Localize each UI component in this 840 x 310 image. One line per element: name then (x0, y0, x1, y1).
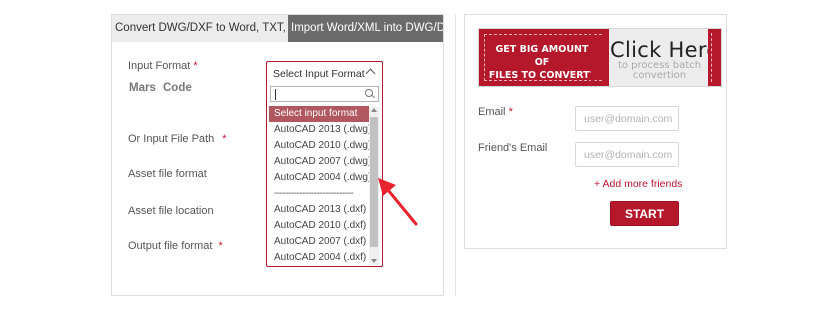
tab-import-word-xml[interactable]: Import Word/XML into DWG/DXF (288, 15, 443, 42)
required-mark: * (508, 106, 513, 118)
code-label: Code (163, 82, 192, 94)
input-file-path-label-text: Or Input File Path (128, 133, 215, 145)
required-mark: * (193, 60, 198, 72)
dropdown-options: Select input format AutoCAD 2013 (.dwg) Au… (269, 106, 369, 266)
mars-label: Mars (129, 82, 156, 94)
dropdown-option[interactable]: Select input format (269, 106, 369, 122)
input-format-select-value: Select Input Format (273, 68, 365, 80)
banner-strip-stitching (711, 33, 712, 82)
banner-promo-line1: GET BIG AMOUNT OF (495, 44, 589, 68)
dropdown-option[interactable]: AutoCAD 2004 (.dwg) (269, 170, 369, 186)
banner-edge-strip (708, 29, 721, 86)
output-file-format-label: Output file format * (128, 240, 223, 252)
banner-subtitle: to process batch convertion (617, 61, 702, 81)
add-more-friends-link[interactable]: + Add more friends (594, 178, 682, 190)
batch-conversion-banner[interactable]: GET BIG AMOUNT OF FILES TO CONVERT? Clic… (478, 28, 722, 87)
input-format-select[interactable]: Select Input Format (266, 61, 383, 85)
click-here-link[interactable]: Click Here (610, 38, 720, 62)
chevron-up-icon[interactable] (365, 68, 376, 79)
dropdown-option[interactable]: AutoCAD 2007 (.dwg) (269, 154, 369, 170)
email-label: Email * (478, 106, 513, 118)
friend-email-label: Friend's Email (478, 142, 548, 154)
tab-bar: Convert DWG/DXF to Word, TXT, XML Import… (112, 15, 443, 42)
input-file-path-label: Or Input File Path * (128, 133, 227, 145)
dropdown-separator: ---------------------------- (274, 188, 354, 199)
tab-convert-dwg[interactable]: Convert DWG/DXF to Word, TXT, XML (112, 15, 288, 42)
dropdown-option[interactable]: AutoCAD 2007 (.dxf) (269, 234, 369, 250)
required-mark: * (218, 240, 223, 252)
email-label-text: Email (478, 106, 506, 118)
asset-file-format-label: Asset file format (128, 168, 207, 180)
scroll-up-arrow[interactable] (371, 108, 377, 112)
output-file-format-label-text: Output file format (128, 240, 213, 252)
friend-email-field[interactable] (575, 142, 679, 167)
dropdown-option[interactable]: AutoCAD 2010 (.dwg) (269, 138, 369, 154)
banner-sub-line2: convertion (632, 70, 687, 81)
dropdown-option[interactable]: AutoCAD 2013 (.dwg) (269, 122, 369, 138)
dropdown-option[interactable]: AutoCAD 2010 (.dxf) (269, 218, 369, 234)
panel-divider (455, 14, 456, 296)
annotation-arrow-icon (378, 178, 418, 226)
asset-file-location-label: Asset file location (128, 205, 214, 217)
banner-promo-text: GET BIG AMOUNT OF FILES TO CONVERT? (487, 43, 597, 82)
banner-promo-block: GET BIG AMOUNT OF FILES TO CONVERT? (479, 29, 609, 86)
dropdown-option[interactable]: AutoCAD 2013 (.dxf) (269, 202, 369, 218)
banner-promo-line2: FILES TO CONVERT? (488, 70, 596, 81)
input-format-dropdown: Select input format AutoCAD 2013 (.dwg) Au… (266, 84, 383, 267)
text-caret (275, 89, 276, 100)
start-button[interactable]: START (610, 201, 679, 226)
required-mark: * (222, 133, 227, 145)
input-format-label: Input Format * (128, 60, 198, 72)
scroll-down-arrow[interactable] (371, 259, 377, 263)
search-icon (365, 89, 375, 99)
email-field[interactable] (575, 106, 679, 131)
dropdown-search-input[interactable] (270, 86, 379, 102)
input-format-label-text: Input Format (128, 60, 191, 72)
dropdown-option[interactable]: AutoCAD 2004 (.dxf) (269, 250, 369, 266)
